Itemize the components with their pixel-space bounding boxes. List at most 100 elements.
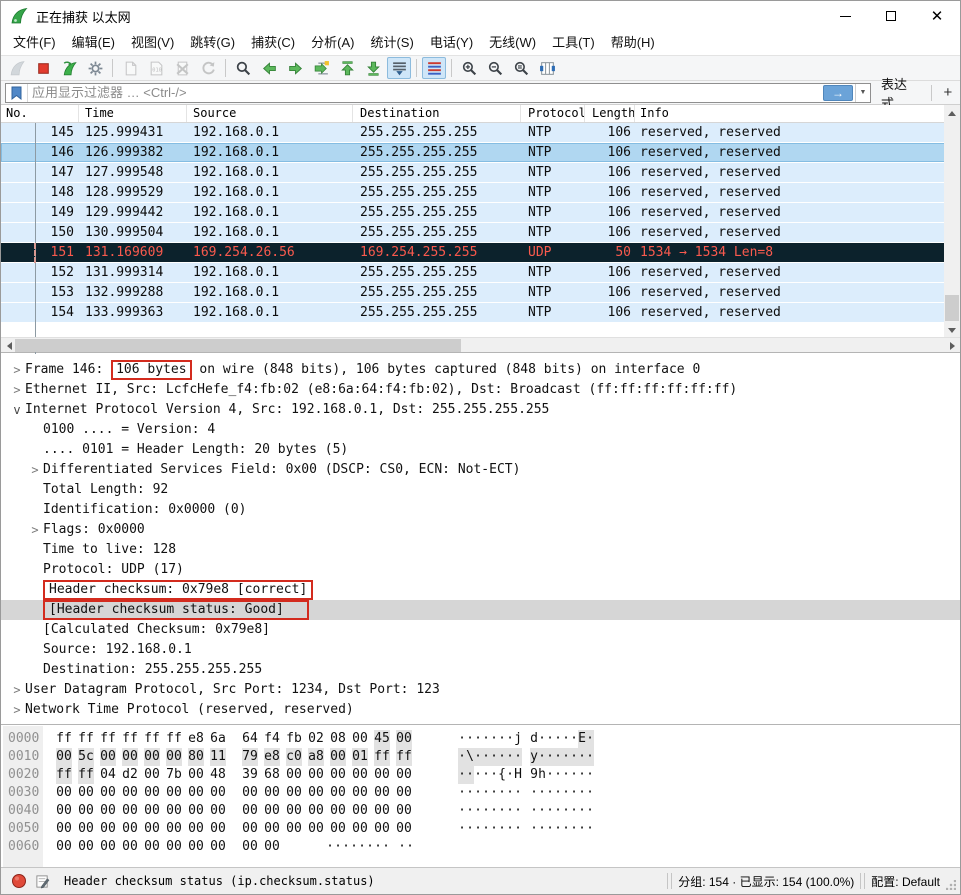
hex-byte[interactable]: 7b [166,766,182,784]
collapse-arrow-icon[interactable]: > [9,360,25,380]
open-file-button[interactable] [118,57,142,79]
ascii-char[interactable]: · [538,730,546,748]
ascii-char[interactable]: · [490,748,498,766]
ascii-char[interactable]: · [570,784,578,802]
hex-row[interactable]: 006000000000000000000000········ ·· [1,838,960,856]
packet-row[interactable]: 151131.169609169.254.26.56169.254.255.25… [1,243,960,263]
detail-row[interactable]: Protocol: UDP (17) [1,560,960,580]
hex-byte[interactable]: 00 [122,784,138,802]
hex-byte[interactable]: ff [78,730,94,748]
resize-grip[interactable] [946,880,956,890]
ascii-char[interactable]: · [554,766,562,784]
hex-byte[interactable]: 00 [188,802,204,820]
detail-row[interactable]: 0100 .... = Version: 4 [1,420,960,440]
hex-byte[interactable]: 00 [188,820,204,838]
hscroll-thumb[interactable] [15,339,461,352]
ascii-char[interactable]: · [570,766,578,784]
ascii-char[interactable]: · [586,802,594,820]
hex-byte[interactable]: 00 [374,766,390,784]
hex-byte[interactable]: 00 [166,838,182,856]
go-to-packet-button[interactable] [309,57,333,79]
profile-text[interactable]: 配置: Default [871,873,940,890]
save-file-button[interactable]: 010 [144,57,168,79]
hex-byte[interactable]: 68 [264,766,280,784]
ascii-char[interactable]: · [570,730,578,748]
hex-byte[interactable]: 00 [308,766,324,784]
ascii-char[interactable]: · [562,766,570,784]
hex-byte[interactable]: 00 [56,802,72,820]
column-header-time[interactable]: Time [79,105,187,122]
ascii-char[interactable]: · [506,820,514,838]
detail-row[interactable]: >Flags: 0x0000 [1,520,960,540]
ascii-char[interactable]: · [578,766,586,784]
hex-byte[interactable]: 00 [210,802,226,820]
detail-row[interactable]: >Network Time Protocol (reserved, reserv… [1,700,960,720]
find-packet-button[interactable] [231,57,255,79]
hex-row[interactable]: 004000000000000000000000000000000000····… [1,802,960,820]
menu-item-4[interactable]: 捕获(C) [243,31,303,55]
ascii-char[interactable]: · [374,838,382,856]
ascii-char[interactable]: j [514,730,522,748]
ascii-char[interactable]: · [546,784,554,802]
ascii-char[interactable]: · [482,730,490,748]
hex-byte[interactable]: 00 [144,802,160,820]
collapse-arrow-icon[interactable]: > [27,520,43,540]
column-header-no[interactable]: No. [1,105,79,122]
detail-row[interactable]: >Ethernet II, Src: LcfcHefe_f4:fb:02 (e8… [1,380,960,400]
menu-item-10[interactable]: 帮助(H) [603,31,663,55]
filter-dropdown-button[interactable]: ▼ [855,84,870,102]
ascii-char[interactable]: · [474,730,482,748]
hex-byte[interactable]: 00 [56,748,72,766]
ascii-char[interactable]: · [578,802,586,820]
ascii-char[interactable]: · [530,802,538,820]
hex-byte[interactable]: 00 [396,730,412,748]
ascii-char[interactable]: · [458,766,466,784]
ascii-char[interactable]: · [458,820,466,838]
ascii-char[interactable]: · [458,784,466,802]
collapse-arrow-icon[interactable]: > [27,460,43,480]
hex-byte[interactable]: 00 [396,766,412,784]
hex-byte[interactable]: 00 [100,838,116,856]
hex-byte[interactable]: 00 [56,838,72,856]
hex-byte[interactable]: 01 [352,748,368,766]
hex-byte[interactable]: 00 [78,820,94,838]
hex-byte[interactable]: 00 [286,784,302,802]
hex-byte[interactable]: 00 [242,820,258,838]
hex-byte[interactable]: 00 [242,784,258,802]
hex-row[interactable]: 0020ffff04d2007b00483968000000000000····… [1,766,960,784]
hex-byte[interactable]: ff [56,766,72,784]
capture-comment-icon[interactable] [35,874,50,889]
ascii-char[interactable]: · [506,784,514,802]
ascii-char[interactable]: · [546,820,554,838]
ascii-char[interactable]: · [554,784,562,802]
hex-byte[interactable]: f4 [264,730,280,748]
hex-byte[interactable]: 08 [330,730,346,748]
hex-byte[interactable]: 00 [330,820,346,838]
start-capture-button[interactable] [5,57,29,79]
hex-byte[interactable]: 00 [188,784,204,802]
ascii-char[interactable]: 9 [530,766,538,784]
column-header-source[interactable]: Source [187,105,353,122]
hex-byte[interactable]: 45 [374,730,390,748]
ascii-char[interactable]: · [474,802,482,820]
ascii-char[interactable]: · [586,730,594,748]
hex-byte[interactable]: e8 [264,748,280,766]
hex-row[interactable]: 0010005c00000000801179e8c0a80001ffff·\··… [1,748,960,766]
hex-byte[interactable]: 00 [396,802,412,820]
ascii-char[interactable]: E [578,730,586,748]
hex-byte[interactable]: fb [286,730,302,748]
ascii-char[interactable]: · [514,748,522,766]
scroll-up-button[interactable] [944,105,960,121]
hex-byte[interactable]: 00 [144,784,160,802]
hex-byte[interactable]: 00 [122,838,138,856]
hex-byte[interactable]: 00 [144,748,160,766]
ascii-char[interactable]: { [498,766,506,784]
hex-byte[interactable]: 00 [352,766,368,784]
hex-byte[interactable]: 00 [56,784,72,802]
menu-item-8[interactable]: 无线(W) [481,31,544,55]
ascii-char[interactable]: · [562,784,570,802]
ascii-char[interactable]: · [570,820,578,838]
ascii-char[interactable]: · [498,730,506,748]
ascii-char[interactable]: · [482,784,490,802]
ascii-char[interactable]: · [458,730,466,748]
